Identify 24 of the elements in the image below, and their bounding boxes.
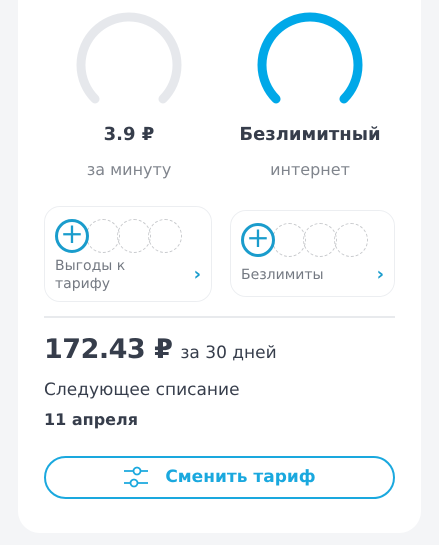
empty-slot-icon [86, 218, 120, 253]
price-period: за 30 дней [180, 342, 277, 365]
next-charge-date: 11 апреля [44, 408, 139, 431]
change-tariff-button[interactable]: Сменить тариф [44, 456, 395, 499]
chevron-icon: › [376, 261, 384, 288]
gauge-label: интернет [269, 158, 351, 181]
empty-slot-icon [272, 223, 306, 258]
add-button[interactable]: + [241, 223, 275, 258]
add-button[interactable]: + [55, 218, 89, 253]
price-amount: 172.43 ₽ [44, 332, 172, 367]
empty-slot-icon [148, 218, 182, 253]
empty-slot-icon [334, 223, 368, 258]
feature-card[interactable]: + Безлимиты › [230, 210, 395, 298]
next-charge-label: Следующее списание [44, 379, 241, 402]
empty-slot-icon [117, 218, 151, 253]
empty-slot-icon [303, 223, 337, 258]
gauge-value: 3.9 ₽ [102, 124, 156, 146]
feature-label: Безлимиты [241, 266, 324, 284]
gauge-value: Безлимитный [238, 124, 382, 146]
feature-card[interactable]: + Выгоды к тарифу › [44, 206, 212, 302]
feature-label: Выгоды к тарифу [55, 256, 126, 293]
gauge-label: за минуту [86, 158, 172, 181]
chevron-icon: › [194, 261, 201, 288]
sliders-icon [123, 465, 150, 490]
